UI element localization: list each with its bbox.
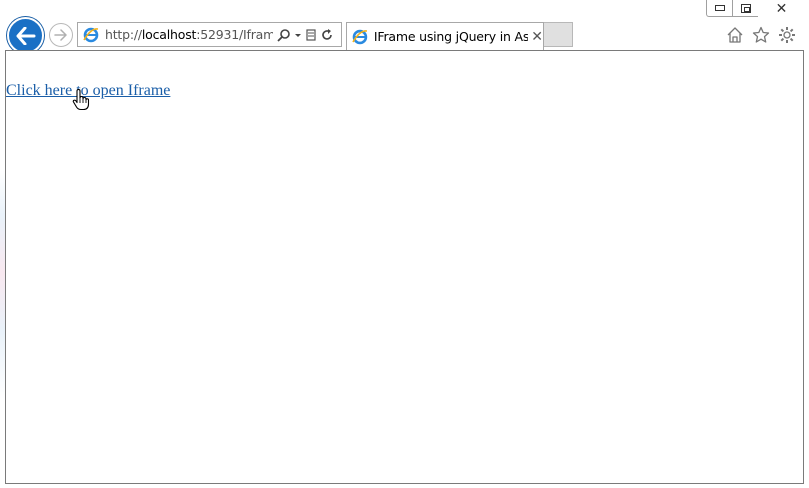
gear-icon [779,27,795,43]
chevron-down-icon[interactable] [294,28,302,42]
navigation-bar: http://localhost:52931/Iframe-P [0,17,809,54]
favorites-button[interactable] [751,25,771,45]
window-caption-buttons: ✕ [706,0,805,17]
forward-arrow-icon [54,29,67,41]
back-button[interactable] [7,17,44,54]
tab-title: IFrame using jQuery in Asp.... [373,29,529,44]
forward-button[interactable] [49,23,73,47]
url-protocol: http:// [105,27,142,42]
home-icon [727,27,743,43]
restore-button[interactable] [732,0,759,17]
ie-logo-icon [352,29,368,44]
new-tab-button[interactable] [544,22,573,47]
minimize-icon [714,5,725,11]
address-bar[interactable]: http://localhost:52931/Iframe-P [77,22,342,47]
hand-cursor-icon [72,89,90,111]
browser-tools [725,25,797,45]
tab-iframe-jquery[interactable]: IFrame using jQuery in Asp.... ✕ [346,22,544,50]
close-tab-icon[interactable]: ✕ [531,29,543,45]
ie-logo-icon [83,27,99,42]
refresh-icon[interactable] [320,28,334,42]
star-icon [752,26,770,43]
settings-button[interactable] [777,25,797,45]
url-host: localhost [141,27,197,42]
home-button[interactable] [725,25,745,45]
back-arrow-icon [16,26,35,45]
page-content: Click here to open Iframe [5,50,804,484]
url-text[interactable]: http://localhost:52931/Iframe-P [105,27,273,42]
close-window-button[interactable]: ✕ [758,0,805,17]
restore-icon [740,3,751,13]
compatibility-view-icon[interactable] [305,28,317,42]
close-icon: ✕ [775,0,788,17]
browser-window: ✕ http://localhost:52931/Iframe-P [0,0,809,488]
search-icon[interactable] [277,28,291,42]
address-bar-icons [277,28,334,42]
url-rest: :52931/Iframe-P [196,27,273,42]
minimize-button[interactable] [706,0,733,17]
